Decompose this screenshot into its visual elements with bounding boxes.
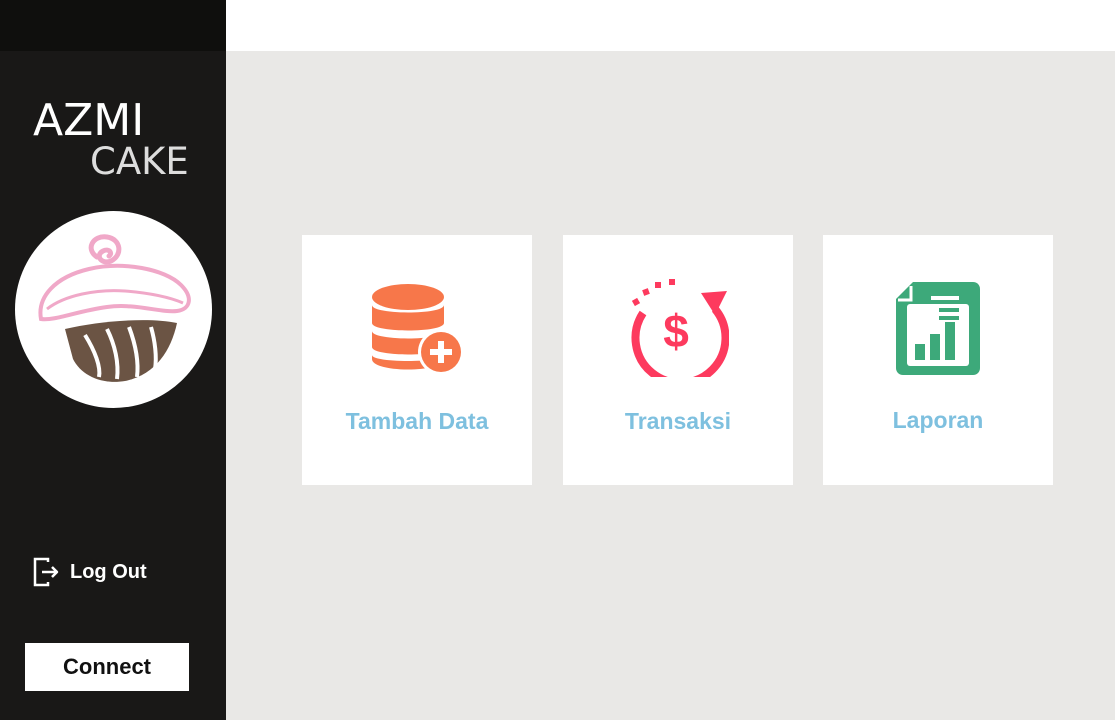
dollar-refresh-icon: $ [631,279,729,377]
svg-text:$: $ [663,305,689,357]
transaksi-card[interactable]: $ Transaksi [563,235,793,485]
tambah-data-label: Tambah Data [345,408,489,434]
top-bar [226,0,1115,51]
connect-button[interactable]: Connect [25,643,189,691]
brand-subtitle: CAKE [90,140,189,183]
cupcake-logo [15,211,212,408]
report-chart-icon [896,282,980,375]
logout-label: Log Out [70,560,147,583]
logout-button[interactable]: Log Out [32,556,147,588]
tambah-data-card[interactable]: Tambah Data [302,235,532,485]
laporan-card[interactable]: Laporan [823,235,1053,485]
cupcake-icon [38,234,191,382]
sidebar-header [0,0,226,51]
database-add-icon [372,284,464,375]
sidebar: AZMI CAKE Log Out Connect [0,0,226,720]
logout-icon [33,557,59,587]
transaksi-label: Transaksi [624,408,732,434]
laporan-label: Laporan [892,407,984,433]
